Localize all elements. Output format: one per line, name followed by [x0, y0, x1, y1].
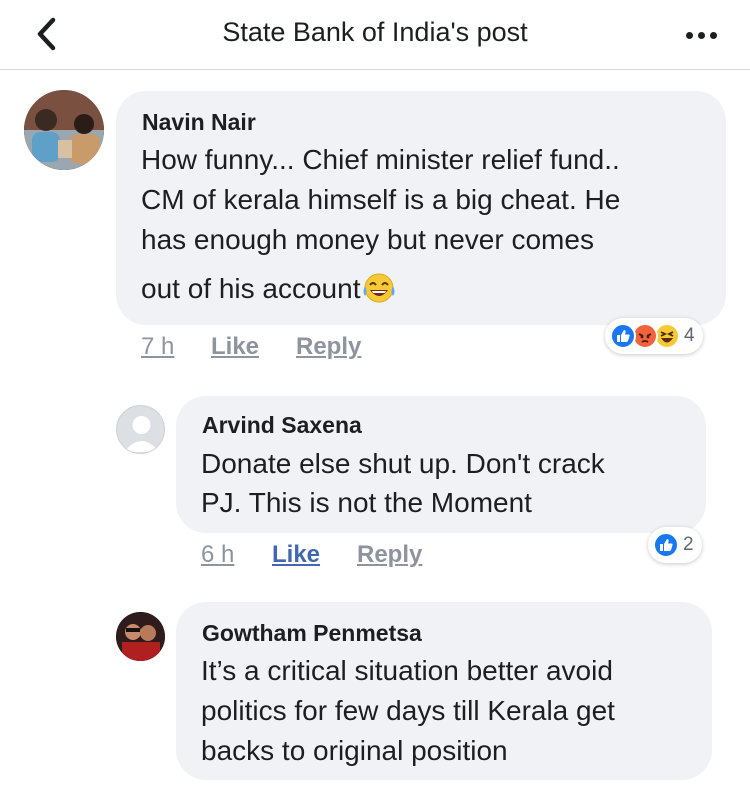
- comment-author[interactable]: Arvind Saxena: [202, 412, 362, 439]
- reply-button[interactable]: Reply: [357, 541, 422, 569]
- comment-text: backs to original position: [201, 735, 508, 766]
- profile-photo-icon: [116, 612, 165, 661]
- dot-icon: [709, 31, 717, 39]
- default-avatar-icon: [124, 416, 159, 452]
- avatar-navin-nair[interactable]: [24, 90, 104, 170]
- comment-text: How funny... Chief minister relief fund.…: [141, 144, 620, 175]
- comment-text: CM of kerala himself is a big cheat. He: [141, 184, 621, 215]
- tears-of-joy-emoji-icon: [363, 273, 395, 303]
- reaction-summary[interactable]: 2: [648, 527, 702, 563]
- profile-photo-icon: [24, 90, 104, 170]
- reaction-count: 2: [683, 534, 694, 555]
- top-bar: State Bank of India's post: [0, 0, 750, 70]
- like-reaction-icon: [610, 323, 636, 349]
- reaction-summary[interactable]: 4: [605, 318, 703, 354]
- like-button[interactable]: Like: [211, 333, 259, 361]
- comment-text: It’s a critical situation better avoid: [201, 655, 613, 686]
- comment-author[interactable]: Navin Nair: [142, 109, 256, 136]
- avatar-gowtham-penmetsa[interactable]: [116, 612, 165, 661]
- comment-text: out of his account: [141, 272, 397, 305]
- reaction-count: 4: [684, 325, 695, 346]
- avatar-arvind-saxena[interactable]: [116, 405, 165, 454]
- reply-button[interactable]: Reply: [296, 333, 361, 361]
- more-options-button[interactable]: [678, 20, 724, 50]
- comment-text: politics for few days till Kerala get: [201, 695, 615, 726]
- comment-text: has enough money but never comes: [141, 224, 594, 255]
- comment-text: Donate else shut up. Don't crack: [201, 448, 605, 479]
- dot-icon: [697, 31, 705, 39]
- comment-author[interactable]: Gowtham Penmetsa: [202, 620, 422, 647]
- like-reaction-icon: [653, 532, 679, 558]
- comment-text-segment: out of his account: [141, 273, 361, 304]
- dot-icon: [685, 31, 693, 39]
- comment-timestamp[interactable]: 6 h: [201, 541, 234, 569]
- page-title: State Bank of India's post: [222, 17, 528, 47]
- comment-text: PJ. This is not the Moment: [201, 487, 532, 518]
- like-button[interactable]: Like: [272, 541, 320, 569]
- comment-timestamp[interactable]: 7 h: [141, 333, 174, 361]
